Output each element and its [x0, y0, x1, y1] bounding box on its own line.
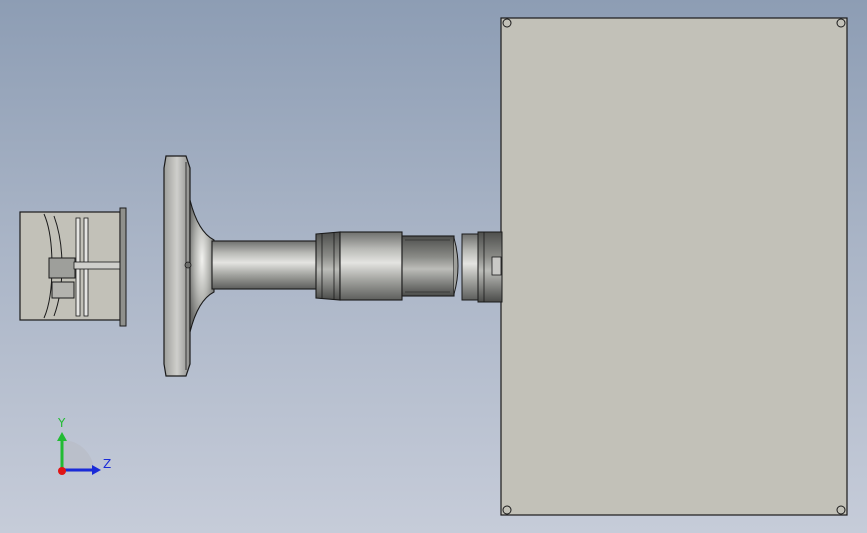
coordinate-triad: Y Z — [57, 416, 111, 475]
cad-viewport[interactable]: Y Z — [0, 0, 867, 533]
y-axis-label: Y — [57, 416, 66, 430]
plate-hole-top-left — [502, 18, 512, 28]
motor-housing[interactable] — [19, 207, 127, 327]
plate-hole-top-right — [836, 18, 846, 28]
y-axis-arrow — [57, 432, 67, 441]
flange[interactable] — [163, 155, 215, 377]
z-axis-arrow — [92, 465, 101, 475]
x-axis-dot — [58, 467, 66, 475]
plate-hole-bottom-left — [502, 505, 512, 515]
plate-hole-bottom-right — [836, 505, 846, 515]
triad-background — [62, 440, 94, 472]
mounting-plate[interactable] — [500, 17, 848, 516]
z-axis-label: Z — [103, 457, 111, 471]
drive-shaft[interactable] — [211, 240, 319, 290]
coupling-sleeve[interactable] — [315, 231, 503, 303]
